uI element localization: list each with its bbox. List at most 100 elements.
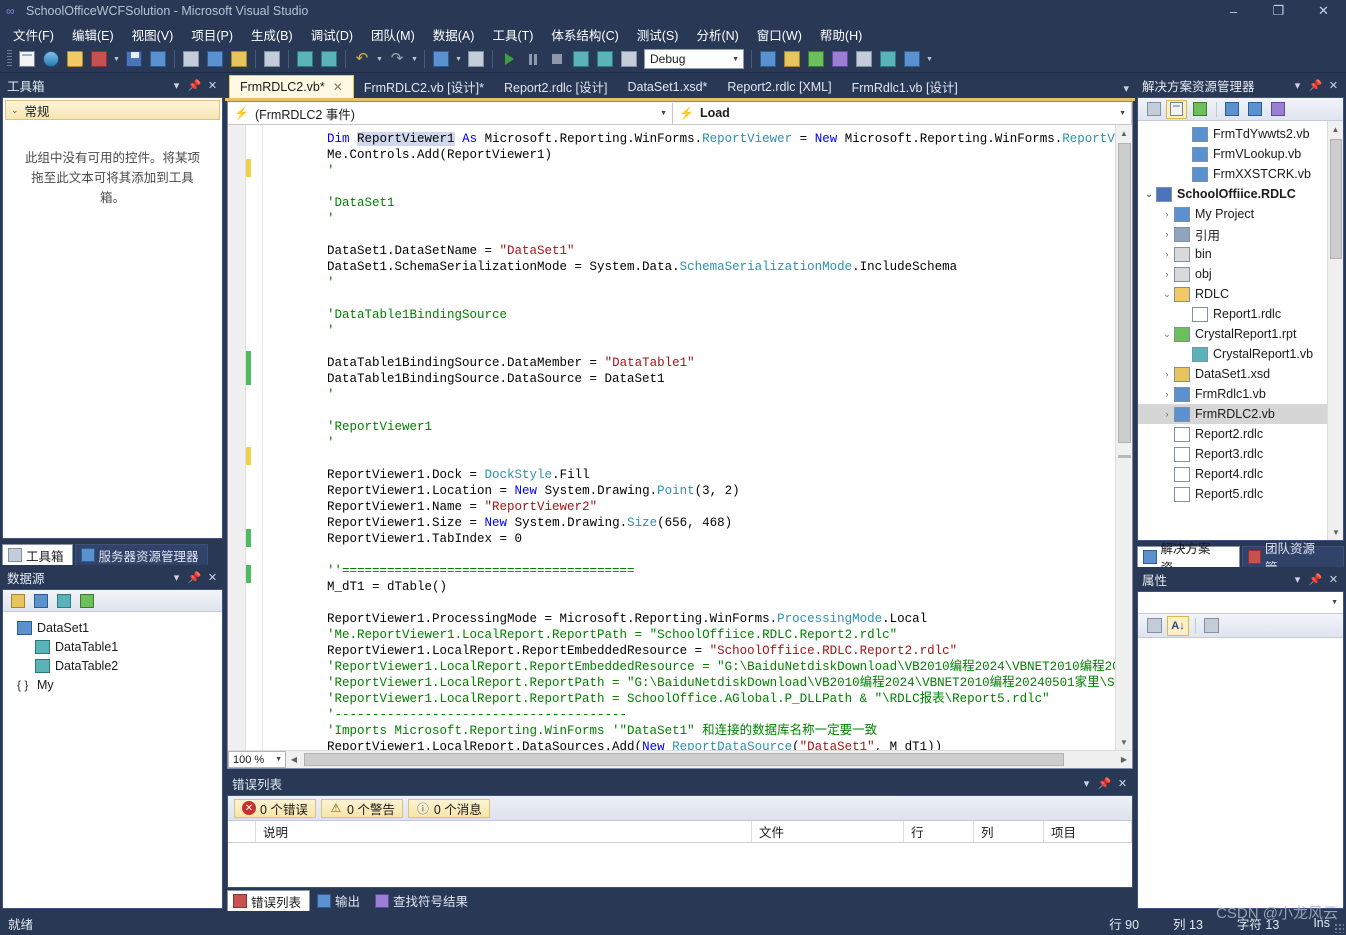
toolbar-overflow-icon[interactable]: ▼	[924, 48, 935, 70]
properties-pin-icon[interactable]: 📌	[1307, 570, 1324, 588]
solution-tree-node[interactable]: FrmVLookup.vb	[1138, 144, 1343, 164]
comment-icon[interactable]	[261, 48, 283, 70]
solution-tree-node[interactable]: › My Project	[1138, 204, 1343, 224]
tab-toolbox[interactable]: 工具箱	[2, 544, 73, 565]
undo-dropdown-icon[interactable]: ▼	[374, 48, 385, 70]
menu-build[interactable]: 生成(B)	[242, 22, 302, 47]
tab-error-list[interactable]: 错误列表	[227, 890, 311, 911]
step-over-icon[interactable]	[594, 48, 616, 70]
code-text-area[interactable]: Dim ReportViewer1 As Microsoft.Reporting…	[228, 125, 1132, 750]
doc-tab-frmrdlc2-vb[interactable]: FrmRDLC2.vb* ✕	[229, 75, 354, 98]
data-source-node-datatable1[interactable]: DataTable1	[13, 637, 222, 656]
chevron-down-icon[interactable]: ⌄	[1160, 329, 1174, 340]
object-browser-icon[interactable]	[829, 48, 851, 70]
member-selector[interactable]: ⚡ Load ▼	[673, 102, 1132, 124]
data-sources-close-icon[interactable]: ✕	[204, 568, 221, 586]
error-list-pin-icon[interactable]: 📌	[1096, 774, 1113, 792]
menu-tools[interactable]: 工具(T)	[483, 22, 542, 47]
navigate-backward-icon[interactable]	[430, 48, 452, 70]
error-list-icon[interactable]	[877, 48, 899, 70]
solution-tree-node[interactable]: ⌄ RDLC	[1138, 284, 1343, 304]
solution-tree-node[interactable]: Report5.rdlc	[1138, 484, 1343, 504]
navigate-forward-icon[interactable]	[465, 48, 487, 70]
close-button[interactable]: ✕	[1301, 0, 1346, 22]
categorized-icon[interactable]	[1143, 616, 1165, 636]
refresh-datasource-icon[interactable]	[77, 592, 97, 610]
tab-output[interactable]: 输出	[312, 890, 368, 911]
data-sources-pin-icon[interactable]: 📌	[186, 568, 203, 586]
tab-server-explorer[interactable]: 服务器资源管理器	[74, 544, 208, 565]
chevron-right-icon[interactable]: ›	[1160, 249, 1174, 259]
horizontal-scroll-thumb[interactable]	[304, 753, 1064, 766]
indent-icon[interactable]	[294, 48, 316, 70]
chevron-down-icon[interactable]: ⌄	[1142, 189, 1156, 200]
error-list-rows[interactable]	[228, 843, 1132, 887]
solution-explorer-menu-icon[interactable]: ▾	[1289, 76, 1306, 94]
chevron-down-icon[interactable]: ▼	[1331, 599, 1338, 606]
step-out-icon[interactable]	[618, 48, 640, 70]
document-tab-overflow-icon[interactable]: ▾	[1123, 82, 1129, 95]
solution-tree-node[interactable]: › FrmRDLC2.vb	[1138, 404, 1343, 424]
menu-analyze[interactable]: 分析(N)	[687, 22, 747, 47]
scroll-right-icon[interactable]: ▶	[1116, 755, 1132, 764]
column-column[interactable]: 列	[974, 821, 1044, 842]
toolbox-menu-icon[interactable]: ▾	[168, 76, 185, 94]
new-website-icon[interactable]	[40, 48, 62, 70]
solution-tree-node[interactable]: › 引用	[1138, 224, 1343, 244]
chevron-right-icon[interactable]: ›	[1160, 209, 1174, 219]
navigate-dropdown-icon[interactable]: ▼	[453, 48, 464, 70]
new-project-icon[interactable]	[16, 48, 38, 70]
toolbox-pin-icon[interactable]: 📌	[186, 76, 203, 94]
save-icon[interactable]	[123, 48, 145, 70]
toolbar-grip[interactable]	[7, 50, 12, 68]
solution-tree-node[interactable]: › obj	[1138, 264, 1343, 284]
doc-tab-report2-xml[interactable]: Report2.rdlc [XML]	[717, 75, 841, 98]
chevron-down-icon[interactable]: ▼	[275, 756, 282, 763]
menu-view[interactable]: 视图(V)	[123, 22, 183, 47]
editor-outlining-margin[interactable]	[251, 125, 263, 750]
editor-horizontal-scrollbar[interactable]: ◀ ▶	[286, 751, 1132, 768]
solution-tree-node[interactable]: Report4.rdlc	[1138, 464, 1343, 484]
solution-tree-node[interactable]: ⌄ SchoolOffiice.RDLC	[1138, 184, 1343, 204]
redo-dropdown-icon[interactable]: ▼	[409, 48, 420, 70]
menu-team[interactable]: 团队(M)	[362, 22, 424, 47]
solution-explorer-icon[interactable]	[781, 48, 803, 70]
property-pages-icon[interactable]	[1200, 616, 1222, 636]
menu-architecture[interactable]: 体系结构(C)	[542, 22, 627, 47]
chevron-down-icon[interactable]: ▼	[660, 110, 667, 117]
redo-icon[interactable]: ↷	[386, 48, 408, 70]
add-new-datasource-wizard-icon[interactable]	[31, 592, 51, 610]
column-file[interactable]: 文件	[752, 821, 904, 842]
solution-tree-node[interactable]: ⌄ CrystalReport1.rpt	[1138, 324, 1343, 344]
outdent-icon[interactable]	[318, 48, 340, 70]
menu-data[interactable]: 数据(A)	[424, 22, 484, 47]
solution-tree-node[interactable]: Report1.rdlc	[1138, 304, 1343, 324]
toolbox-group-general[interactable]: ⌄ 常规	[5, 100, 220, 120]
warnings-filter-button[interactable]: ⚠ 0 个警告	[320, 798, 403, 818]
tab-find-symbol-results[interactable]: 查找符号结果	[370, 890, 476, 911]
column-project[interactable]: 项目	[1044, 821, 1132, 842]
solution-explorer-close-icon[interactable]: ✕	[1325, 76, 1342, 94]
pause-icon[interactable]	[522, 48, 544, 70]
chevron-down-icon[interactable]: ⌄	[1160, 289, 1174, 300]
resize-grip[interactable]	[1334, 923, 1344, 933]
error-list-menu-icon[interactable]: ▾	[1078, 774, 1095, 792]
scroll-left-icon[interactable]: ◀	[286, 755, 302, 764]
chevron-right-icon[interactable]: ›	[1160, 269, 1174, 279]
menu-window[interactable]: 窗口(W)	[748, 22, 811, 47]
open-file-icon[interactable]	[64, 48, 86, 70]
editor-vertical-scrollbar[interactable]: ▲ ▼	[1115, 125, 1132, 750]
show-all-files-icon[interactable]	[1166, 99, 1187, 119]
solution-tree-node[interactable]: Report3.rdlc	[1138, 444, 1343, 464]
solution-tree-node[interactable]: FrmTdYwwts2.vb	[1138, 124, 1343, 144]
menu-help[interactable]: 帮助(H)	[811, 22, 871, 47]
solution-tree-node[interactable]: Report2.rdlc	[1138, 424, 1343, 444]
data-source-node-my[interactable]: { } My	[13, 675, 222, 694]
save-all-icon[interactable]	[147, 48, 169, 70]
toolbox-icon[interactable]	[853, 48, 875, 70]
solution-tree-node[interactable]: FrmXXSTCRK.vb	[1138, 164, 1343, 184]
errors-filter-button[interactable]: ✕ 0 个错误	[234, 798, 316, 818]
properties-object-select[interactable]: ▼	[1138, 592, 1343, 614]
add-item-dropdown-icon[interactable]: ▼	[111, 48, 122, 70]
properties-icon[interactable]	[1267, 100, 1288, 119]
